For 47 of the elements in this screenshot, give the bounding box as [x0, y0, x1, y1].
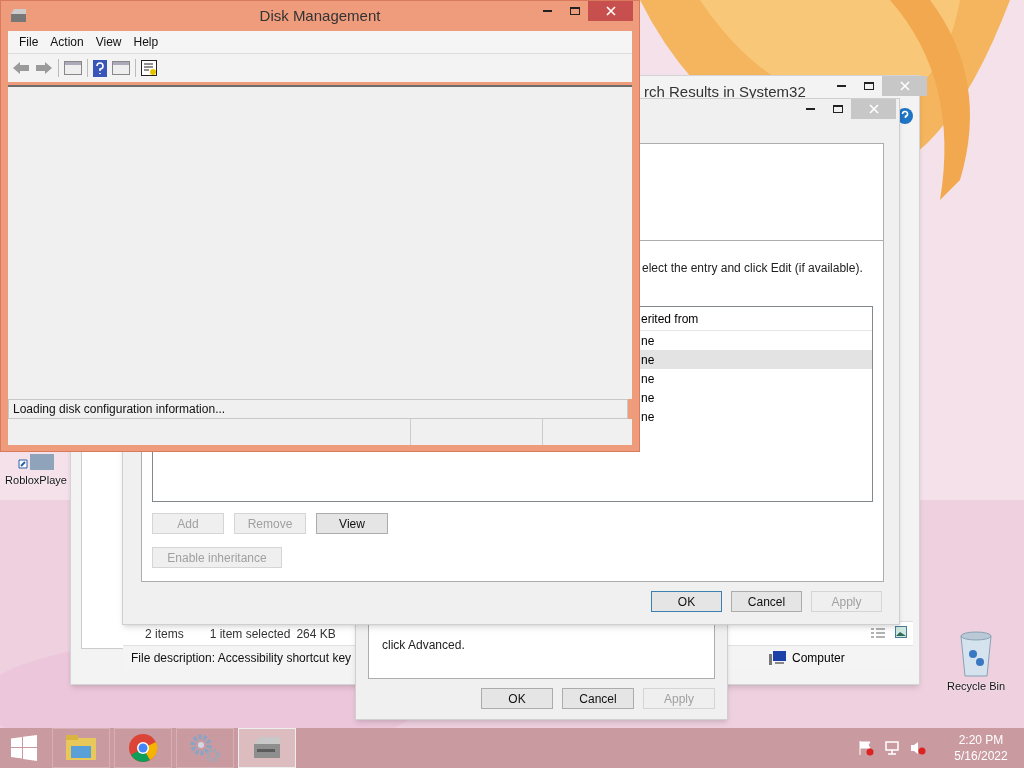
gears-icon	[189, 733, 221, 763]
flag-icon[interactable]	[858, 740, 874, 756]
window-title: Disk Management	[259, 5, 381, 26]
close-icon	[899, 81, 910, 91]
list-row[interactable]: ne	[637, 350, 872, 369]
browser-icon	[128, 733, 158, 763]
dialog-button[interactable]: Cancel	[731, 591, 802, 612]
column-header[interactable]: erited from	[641, 309, 699, 328]
pane-icon[interactable]	[64, 61, 82, 75]
pane-icon[interactable]	[112, 61, 130, 75]
status-text: 264 KB	[296, 625, 336, 643]
folder-icon	[65, 734, 97, 762]
forward-arrow-icon[interactable]	[35, 61, 53, 75]
dialog-button[interactable]: View	[316, 513, 388, 534]
desktop-icon-label[interactable]: Recycle Bin	[946, 678, 1006, 695]
recycle-bin-icon[interactable]	[958, 630, 994, 678]
back-arrow-icon[interactable]	[12, 61, 30, 75]
computer-icon	[769, 650, 787, 666]
menu-item[interactable]: View	[95, 33, 122, 51]
close-icon	[605, 6, 616, 16]
properties-icon[interactable]	[141, 60, 157, 76]
thumbnail-view-icon[interactable]	[895, 626, 907, 638]
clock-date: 5/16/2022	[954, 748, 1008, 764]
details-view-icon[interactable]	[871, 628, 885, 638]
taskbar-button[interactable]	[114, 728, 172, 768]
status-text: Loading disk configuration information...	[13, 401, 226, 418]
dialog-button[interactable]: OK	[651, 591, 722, 612]
dialog-button[interactable]: Cancel	[562, 688, 634, 709]
menu-item[interactable]: Help	[133, 33, 159, 51]
instruction-text: click Advanced.	[382, 637, 465, 654]
close-icon	[868, 104, 879, 114]
status-text: 2 items	[145, 625, 184, 643]
location-label: Computer	[792, 650, 845, 667]
app-shortcut-icon[interactable]	[16, 454, 56, 472]
menu-item[interactable]: File	[19, 33, 39, 51]
speaker-icon[interactable]	[910, 740, 926, 756]
window-title: rch Results in System32	[644, 82, 806, 102]
clock-time: 2:20 PM	[958, 732, 1004, 748]
help-icon[interactable]	[93, 59, 107, 77]
instruction-text: elect the entry and click Edit (if available).	[642, 260, 863, 277]
file-description: File description: Accessibility shortcut key	[131, 650, 352, 667]
desktop-icon-label[interactable]: RobloxPlaye	[5, 472, 67, 489]
status-text: 1 item selected	[209, 625, 291, 643]
drive-icon	[10, 8, 27, 24]
windows-logo-icon	[11, 735, 37, 761]
menu-item[interactable]: Action	[50, 33, 84, 51]
dialog-button[interactable]: OK	[481, 688, 553, 709]
